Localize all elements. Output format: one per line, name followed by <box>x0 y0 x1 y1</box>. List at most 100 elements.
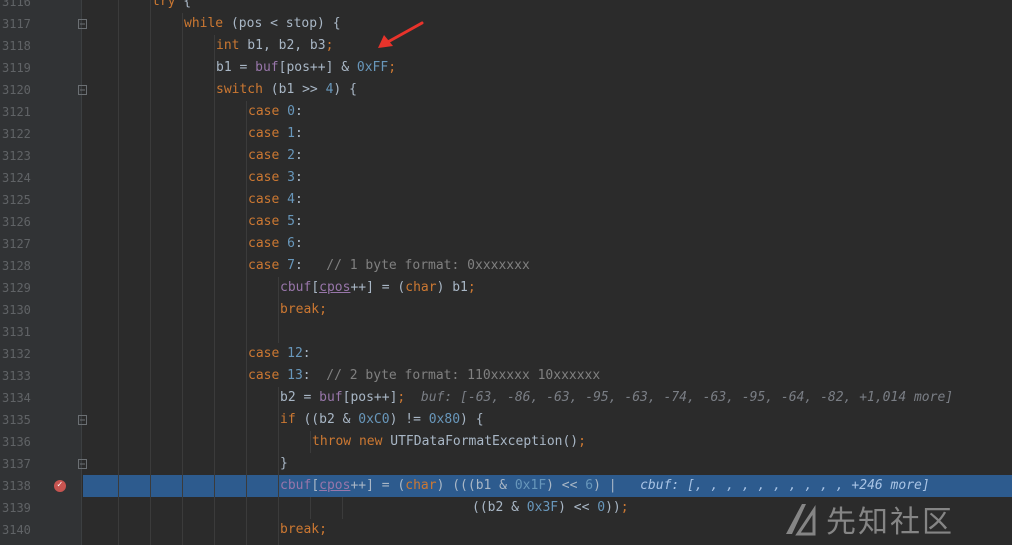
code-line[interactable]: 3126 case 5: <box>0 211 1012 233</box>
gutter[interactable]: 3119 <box>0 57 82 79</box>
code-line[interactable]: 3136 throw new UTFDataFormatException(); <box>0 431 1012 453</box>
code-line[interactable]: 3137} <box>0 453 1012 475</box>
code-content[interactable]: case 3: <box>88 167 1012 189</box>
code-editor[interactable]: 3116 try {3117 while (pos < stop) { 3118 int… <box>0 0 1012 545</box>
gutter[interactable]: 3126 <box>0 211 82 233</box>
gutter[interactable]: 3139 <box>0 497 82 519</box>
code-content[interactable]: b1 = buf[pos++] & 0xFF; <box>88 57 1012 79</box>
code-content[interactable]: case 5: <box>88 211 1012 233</box>
code-content[interactable]: case 2: <box>88 145 1012 167</box>
code-content[interactable] <box>88 321 1012 343</box>
fold-marker-icon[interactable] <box>78 459 87 469</box>
code-line[interactable]: 3132 case 12: <box>0 343 1012 365</box>
code-content[interactable]: case 7: // 1 byte format: 0xxxxxxx <box>88 255 1012 277</box>
code-line[interactable]: 3120 switch (b1 >> 4) { <box>0 79 1012 101</box>
gutter[interactable]: 3140 <box>0 519 82 541</box>
gutter[interactable]: 3132 <box>0 343 82 365</box>
code-line[interactable]: 3121 case 0: <box>0 101 1012 123</box>
gutter[interactable]: 3121 <box>0 101 82 123</box>
gutter[interactable]: 3134 <box>0 387 82 409</box>
code-content[interactable]: if ((b2 & 0xC0) != 0x80) { <box>88 409 1012 431</box>
code-line[interactable]: 3129 cbuf[cpos++] = (char) b1; <box>0 277 1012 299</box>
code-line[interactable]: 3117 while (pos < stop) { <box>0 13 1012 35</box>
gutter[interactable]: 3116 <box>0 0 82 13</box>
gutter[interactable]: 3120 <box>0 79 87 101</box>
code-content[interactable]: case 4: <box>88 189 1012 211</box>
code-content[interactable]: case 13: // 2 byte format: 110xxxxx 10xx… <box>88 365 1012 387</box>
code-token: case <box>248 192 288 207</box>
breakpoint-icon[interactable]: ✓ <box>54 480 66 492</box>
gutter[interactable]: 3124 <box>0 167 82 189</box>
indent-guide <box>118 343 119 365</box>
gutter[interactable]: 3135 <box>0 409 87 431</box>
code-line[interactable]: 3118 int b1, b2, b3; <box>0 35 1012 57</box>
indent-guide <box>150 387 151 409</box>
code-line[interactable]: 3128 case 7: // 1 byte format: 0xxxxxxx <box>0 255 1012 277</box>
code-token: buf <box>255 60 279 75</box>
code-content[interactable]: switch (b1 >> 4) { <box>88 79 1012 101</box>
code-line[interactable]: 3130 break; <box>0 299 1012 321</box>
gutter[interactable]: 3127 <box>0 233 82 255</box>
code-line[interactable]: 3134 b2 = buf[pos++]; buf: [-63, -86, -63… <box>0 387 1012 409</box>
code-token: 0 <box>597 500 606 515</box>
gutter[interactable]: 3136 <box>0 431 82 453</box>
indent-guide <box>246 299 247 321</box>
indent-guide <box>214 145 215 167</box>
indent-guide <box>214 123 215 145</box>
code-content[interactable]: case 12: <box>88 343 1012 365</box>
code-token: ; <box>319 522 327 537</box>
indent-guide <box>246 167 247 189</box>
code-content[interactable]: while (pos < stop) { <box>88 13 1012 35</box>
code-line[interactable]: 3122 case 1: <box>0 123 1012 145</box>
code-line[interactable]: 3116 try { <box>0 0 1012 13</box>
indent-guide <box>182 123 183 145</box>
code-line[interactable]: 3119 b1 = buf[pos++] & 0xFF; <box>0 57 1012 79</box>
code-text: b1 = buf[pos++] & 0xFF; <box>216 57 396 79</box>
gutter[interactable]: 3125 <box>0 189 82 211</box>
code-line[interactable]: 3125 case 4: <box>0 189 1012 211</box>
gutter[interactable]: 3117 <box>0 13 87 35</box>
fold-marker-icon[interactable] <box>78 85 87 95</box>
code-content[interactable]: case 0: <box>88 101 1012 123</box>
code-content[interactable]: break; <box>88 299 1012 321</box>
indent-guide <box>214 79 215 101</box>
code-content[interactable]: throw new UTFDataFormatException(); <box>88 431 1012 453</box>
code-content[interactable]: cbuf[cpos++] = (char) b1; <box>88 277 1012 299</box>
code-line[interactable]: 3124 case 3: <box>0 167 1012 189</box>
code-line[interactable]: 3127 case 6: <box>0 233 1012 255</box>
gutter[interactable]: 3130 <box>0 299 82 321</box>
gutter[interactable]: 3131 <box>0 321 82 343</box>
gutter[interactable]: 3123 <box>0 145 82 167</box>
code-content[interactable] <box>88 541 1012 545</box>
gutter[interactable]: 3133 <box>0 365 82 387</box>
gutter[interactable]: 3128 <box>0 255 82 277</box>
gutter[interactable]: 3129 <box>0 277 82 299</box>
code-content[interactable]: int b1, b2, b3; <box>88 35 1012 57</box>
watermark-text: 先知社区 <box>826 505 954 540</box>
code-content[interactable]: b2 = buf[pos++]; buf: [-63, -86, -63, -9… <box>88 387 1012 409</box>
code-content[interactable]: case 1: <box>88 123 1012 145</box>
indent-guide <box>246 519 247 541</box>
code-line-current-execution[interactable]: 3138 ✓ cbuf[cpos++] = (char) (((b1 & 0x1F)… <box>0 475 1012 497</box>
code-line[interactable]: 3131 <box>0 321 1012 343</box>
gutter[interactable]: 3141 <box>0 541 82 545</box>
code-content[interactable]: cbuf[cpos++] = (char) (((b1 & 0x1F) << 6… <box>88 475 1012 497</box>
code-content[interactable]: case 6: <box>88 233 1012 255</box>
indent-guide <box>278 497 279 519</box>
code-line[interactable]: 3133 case 13: // 2 byte format: 110xxxxx … <box>0 365 1012 387</box>
code-line[interactable]: 3123 case 2: <box>0 145 1012 167</box>
fold-marker-icon[interactable] <box>78 19 87 29</box>
gutter[interactable]: 3137 <box>0 453 87 475</box>
code-content[interactable]: try { <box>88 0 1012 13</box>
indent-guide <box>214 233 215 255</box>
code-text: if ((b2 & 0xC0) != 0x80) { <box>280 409 484 431</box>
gutter[interactable]: 3118 <box>0 35 82 57</box>
code-content[interactable]: } <box>88 453 1012 475</box>
code-token: : <box>294 236 303 251</box>
gutter[interactable]: 3122 <box>0 123 82 145</box>
gutter[interactable]: 3138 ✓ <box>0 475 82 497</box>
fold-marker-icon[interactable] <box>78 415 87 425</box>
line-number: 3118 <box>2 39 31 53</box>
code-line[interactable]: 3141 <box>0 541 1012 545</box>
code-line[interactable]: 3135 if ((b2 & 0xC0) != 0x80) { <box>0 409 1012 431</box>
